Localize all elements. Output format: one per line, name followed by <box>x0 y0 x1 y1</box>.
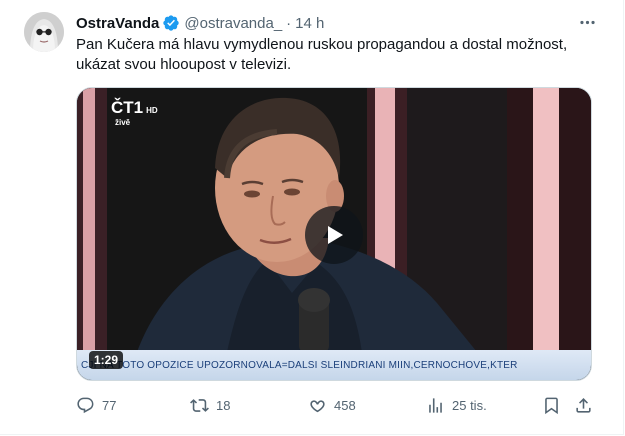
like-button[interactable]: 458 <box>308 394 356 416</box>
reply-button[interactable]: 77 <box>76 394 116 416</box>
repost-icon <box>190 398 209 412</box>
like-icon <box>310 399 325 412</box>
more-options-icon[interactable] <box>577 12 597 32</box>
repost-button[interactable]: 18 <box>190 394 230 416</box>
news-ticker: CJI NA TOTO OPOZICE UPOZORNOVALA=DALSI S… <box>77 350 591 380</box>
display-name[interactable]: OstraVanda <box>76 15 159 32</box>
avatar[interactable] <box>24 12 64 52</box>
views-button[interactable]: 25 tis. <box>426 394 487 416</box>
action-bar: 77 18 458 25 tis. <box>76 394 596 416</box>
reply-count: 77 <box>102 397 117 413</box>
repost-count: 18 <box>216 397 231 413</box>
channel-hd-label: HD <box>146 106 158 115</box>
verified-badge-icon <box>162 14 180 32</box>
user-handle[interactable]: @ostravanda_ <box>184 15 282 32</box>
views-icon <box>429 397 442 413</box>
share-button[interactable] <box>574 394 593 416</box>
channel-logo-text: ČT1 <box>111 98 144 117</box>
ticker-text: CJI NA TOTO OPOZICE UPOZORNOVALA=DALSI S… <box>81 359 518 371</box>
separator-dot: · <box>286 14 292 32</box>
bookmark-icon <box>545 397 558 414</box>
reply-icon <box>77 397 94 413</box>
video-player[interactable]: ČT1 HD živě CJI NA TOTO OPOZICE UPOZORNO… <box>76 87 592 381</box>
timestamp[interactable]: 14 h <box>295 15 324 32</box>
play-icon <box>328 226 343 244</box>
tweet-card[interactable]: OstraVanda @ostravanda_ · 14 h Pan Kučer… <box>0 0 624 435</box>
play-button[interactable] <box>305 206 363 264</box>
bookmark-button[interactable] <box>542 394 561 416</box>
views-count: 25 tis. <box>452 397 487 413</box>
live-label: živě <box>115 118 131 127</box>
share-icon <box>576 397 591 413</box>
like-count: 458 <box>334 397 356 413</box>
tweet-text: Pan Kučera má hlavu vymydlenou ruskou pr… <box>76 36 568 73</box>
channel-logo: ČT1 HD <box>111 98 158 118</box>
video-duration: 1:29 <box>89 351 124 369</box>
